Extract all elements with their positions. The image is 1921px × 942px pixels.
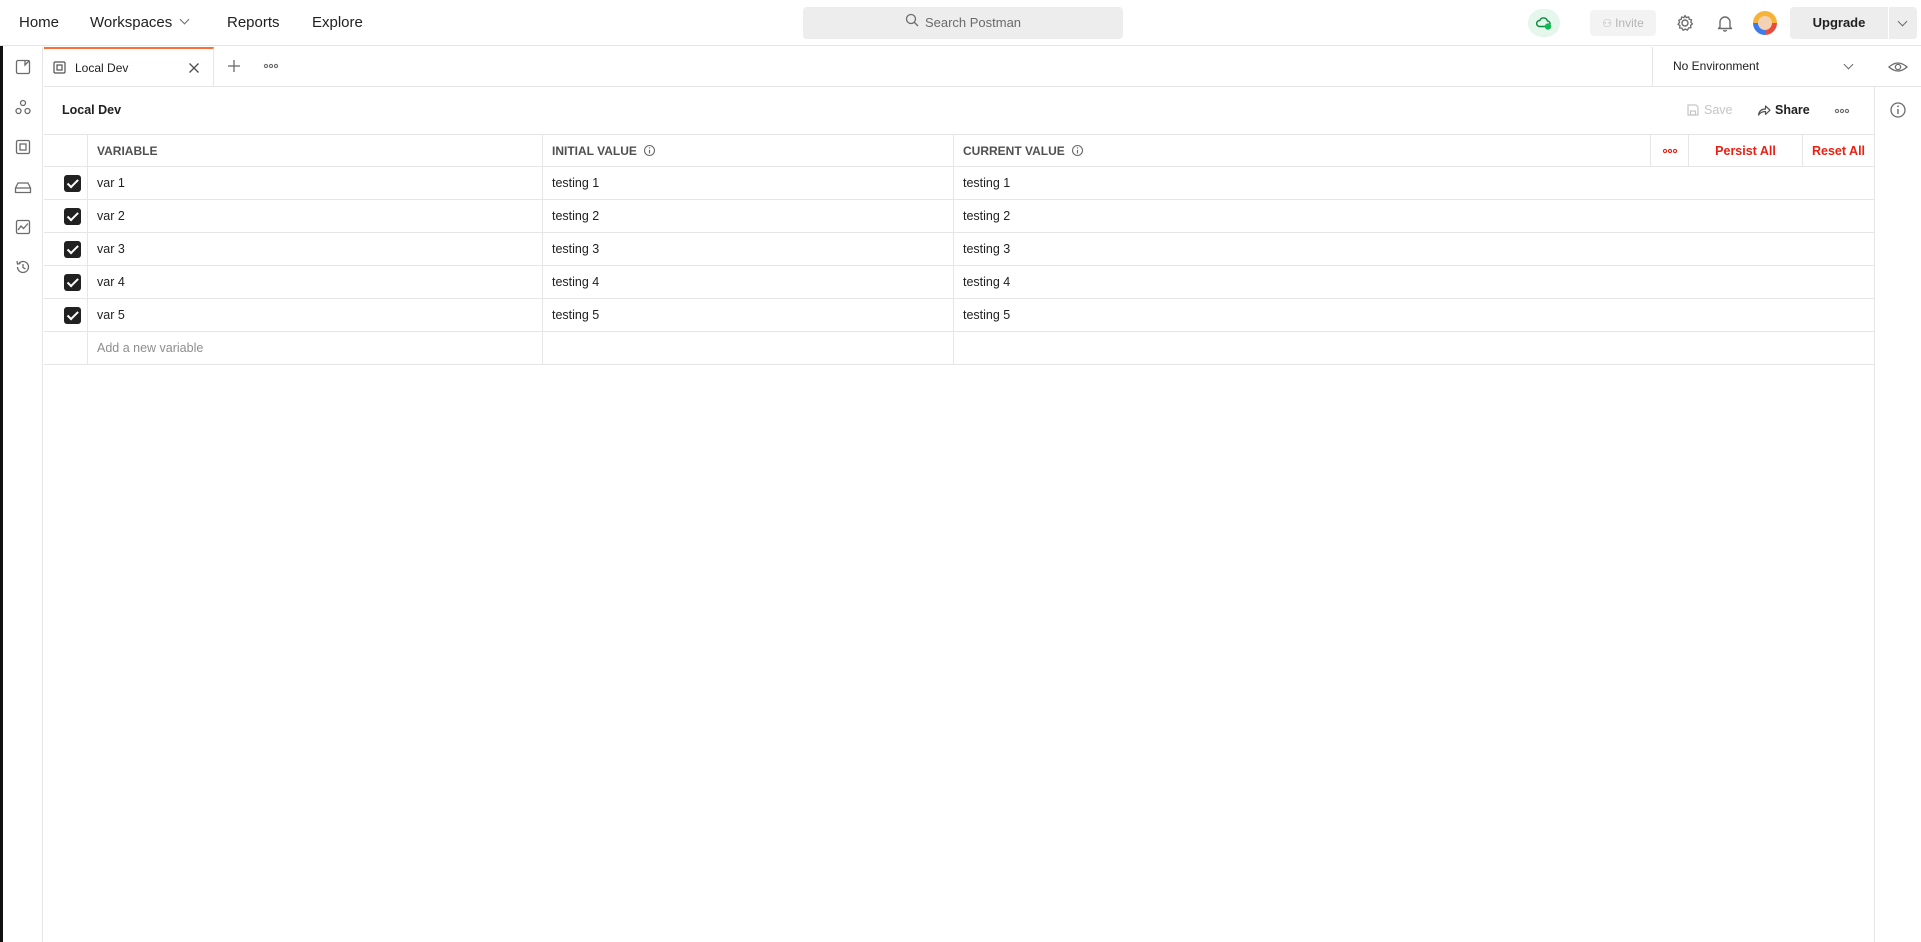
header-initial-value-label: INITIAL VALUE xyxy=(552,144,637,158)
sync-status[interactable] xyxy=(1528,9,1560,37)
search-icon xyxy=(905,7,919,39)
new-initial-value-input[interactable] xyxy=(543,332,954,364)
current-value-field[interactable]: testing 3 xyxy=(954,233,1874,265)
postman-window: Home Workspaces Reports Explore Search P… xyxy=(0,0,1921,942)
person-add-icon: ⚇ xyxy=(1602,18,1613,30)
table-row: var 5 testing 5 testing 5 xyxy=(44,299,1874,332)
sidebar-rail xyxy=(3,47,43,942)
initial-value-field[interactable]: testing 4 xyxy=(543,266,954,298)
header-current-value-label: CURRENT VALUE xyxy=(963,144,1065,158)
current-value-field[interactable]: testing 5 xyxy=(954,299,1874,331)
environment-selector[interactable]: No Environment xyxy=(1652,47,1874,86)
environment-tab-icon xyxy=(53,61,66,74)
row-checkbox-cell xyxy=(44,233,88,265)
persist-all-button[interactable]: Persist All xyxy=(1688,135,1802,167)
collections-icon[interactable] xyxy=(13,57,33,77)
tab-bar: Local Dev No Environment xyxy=(44,47,1921,87)
variable-name-field[interactable]: var 5 xyxy=(88,299,543,331)
current-value-field[interactable]: testing 2 xyxy=(954,200,1874,232)
header-initial-value: INITIAL VALUE xyxy=(543,135,954,167)
apis-icon[interactable] xyxy=(13,97,33,117)
info-icon[interactable] xyxy=(643,144,656,157)
upgrade-menu-button[interactable] xyxy=(1889,7,1917,39)
share-button[interactable]: Share xyxy=(1757,98,1810,122)
search-placeholder: Search Postman xyxy=(924,15,1022,30)
nav-home[interactable]: Home xyxy=(19,0,59,46)
avatar[interactable] xyxy=(1753,11,1777,35)
variable-name-field[interactable]: var 2 xyxy=(88,200,543,232)
page-title[interactable]: Local Dev xyxy=(62,98,121,122)
row-checkbox-cell xyxy=(44,167,88,199)
chevron-down-icon xyxy=(1843,59,1854,70)
variable-name-field[interactable]: var 1 xyxy=(88,167,543,199)
header-checkbox-cell xyxy=(44,135,88,167)
row-checkbox-cell xyxy=(44,332,88,364)
initial-value-field[interactable]: testing 2 xyxy=(543,200,954,232)
tab-label: Local Dev xyxy=(75,61,129,75)
initial-value-field[interactable]: testing 3 xyxy=(543,233,954,265)
invite-button[interactable]: ⚇ Invite xyxy=(1590,10,1656,36)
info-icon[interactable] xyxy=(1071,144,1084,157)
bell-icon[interactable] xyxy=(1714,12,1736,34)
current-value-field[interactable]: testing 4 xyxy=(954,266,1874,298)
row-checkbox-cell xyxy=(44,266,88,298)
info-icon[interactable] xyxy=(1888,100,1908,120)
enabled-checkbox[interactable] xyxy=(64,175,81,192)
new-current-value-input[interactable] xyxy=(954,332,1874,364)
reset-all-button[interactable]: Reset All xyxy=(1802,135,1874,167)
nav-reports[interactable]: Reports xyxy=(227,0,280,46)
row-checkbox-cell xyxy=(44,200,88,232)
cloud-sync-icon xyxy=(1535,17,1552,30)
enabled-checkbox[interactable] xyxy=(64,307,81,324)
save-label: Save xyxy=(1704,103,1733,117)
variable-name-field[interactable]: var 3 xyxy=(88,233,543,265)
mock-servers-icon[interactable] xyxy=(13,177,33,197)
plus-icon[interactable] xyxy=(227,59,241,73)
environment-selector-value: No Environment xyxy=(1673,59,1760,73)
chevron-down-icon xyxy=(1897,16,1908,27)
header-variable: VARIABLE xyxy=(88,135,543,167)
variables-table: VARIABLE INITIAL VALUE CURRENT VALUE Per… xyxy=(44,134,1874,365)
new-variable-input[interactable]: Add a new variable xyxy=(88,332,543,364)
new-variable-row: Add a new variable xyxy=(44,332,1874,365)
top-nav: Home Workspaces Reports Explore Search P… xyxy=(0,0,1921,46)
share-label: Share xyxy=(1775,103,1810,117)
chevron-down-icon xyxy=(179,14,190,25)
tab-local-dev[interactable]: Local Dev xyxy=(44,47,214,87)
enabled-checkbox[interactable] xyxy=(64,241,81,258)
history-icon[interactable] xyxy=(13,257,33,277)
table-row: var 4 testing 4 testing 4 xyxy=(44,266,1874,299)
environments-icon[interactable] xyxy=(13,137,33,157)
table-row: var 2 testing 2 testing 2 xyxy=(44,200,1874,233)
initial-value-field[interactable]: testing 1 xyxy=(543,167,954,199)
table-more-button[interactable] xyxy=(1650,135,1688,167)
current-value-field[interactable]: testing 1 xyxy=(954,167,1874,199)
enabled-checkbox[interactable] xyxy=(64,208,81,225)
save-icon xyxy=(1687,104,1699,116)
right-panel-divider xyxy=(1874,87,1875,942)
monitors-icon[interactable] xyxy=(13,217,33,237)
share-icon xyxy=(1757,105,1771,116)
ellipsis-icon[interactable] xyxy=(263,61,279,71)
ellipsis-icon xyxy=(1662,148,1677,154)
ellipsis-icon[interactable] xyxy=(1834,106,1850,116)
initial-value-field[interactable]: testing 5 xyxy=(543,299,954,331)
nav-explore[interactable]: Explore xyxy=(312,0,363,46)
enabled-checkbox[interactable] xyxy=(64,274,81,291)
gear-icon[interactable] xyxy=(1674,12,1696,34)
nav-workspaces-label: Workspaces xyxy=(90,14,173,31)
upgrade-button[interactable]: Upgrade xyxy=(1790,7,1888,39)
table-row: var 3 testing 3 testing 3 xyxy=(44,233,1874,266)
table-row: var 1 testing 1 testing 1 xyxy=(44,167,1874,200)
search-input[interactable]: Search Postman xyxy=(803,7,1123,39)
close-icon[interactable] xyxy=(187,61,201,75)
save-button[interactable]: Save xyxy=(1686,98,1733,122)
row-checkbox-cell xyxy=(44,299,88,331)
invite-label: Invite xyxy=(1615,16,1644,30)
nav-workspaces[interactable]: Workspaces xyxy=(90,0,190,46)
table-header: VARIABLE INITIAL VALUE CURRENT VALUE Per… xyxy=(44,134,1874,167)
eye-icon[interactable] xyxy=(1887,56,1909,78)
variable-name-field[interactable]: var 4 xyxy=(88,266,543,298)
